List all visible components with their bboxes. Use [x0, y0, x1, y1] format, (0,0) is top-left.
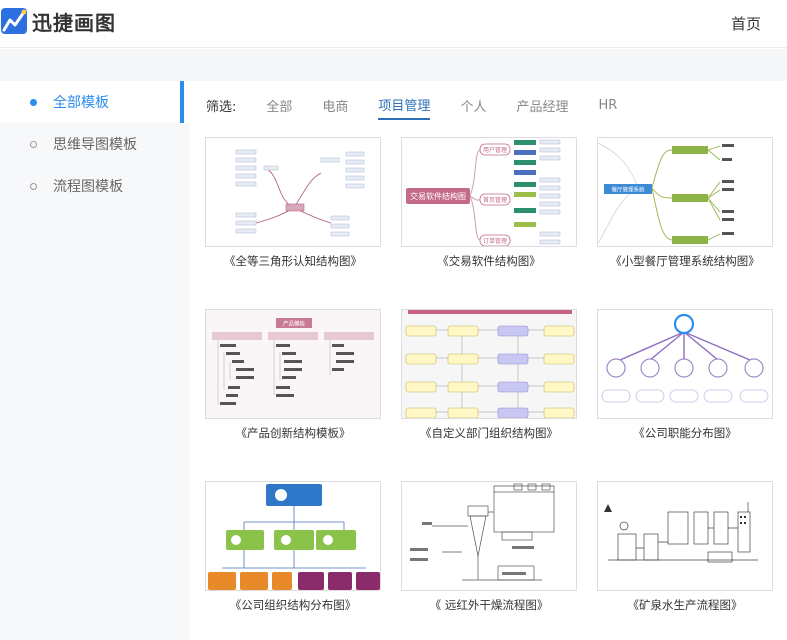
template-title: 《产品创新结构模板》	[235, 426, 351, 440]
sidebar-item-label: 思维导图模板	[53, 137, 137, 153]
template-thumbnail[interactable]	[205, 481, 381, 591]
template-card[interactable]: 产品模板 《产品创新结构模板》	[205, 309, 381, 441]
template-thumbnail[interactable]	[597, 481, 773, 591]
filter-tab-ecommerce[interactable]: 电商	[322, 92, 348, 119]
template-card[interactable]: 交易软件结构图 用户管理 首页管理 订单管理 《交易软件结构图》	[401, 137, 577, 269]
mindmap-thumbnail-image: 交易软件结构图 用户管理 首页管理 订单管理	[406, 139, 561, 246]
thumbnail-top-label: 产品模板	[283, 320, 306, 328]
top-header: 迅捷画图 首页	[0, 0, 787, 48]
filter-bar: 筛选: 全部 电商 项目管理 个人 产品经理 HR	[206, 91, 647, 120]
template-card[interactable]: 《矿泉水生产流程图》	[597, 481, 773, 613]
filter-tab-personal[interactable]: 个人	[460, 92, 486, 119]
template-thumbnail[interactable]	[401, 309, 577, 419]
template-title: 《小型餐厅管理系统结构图》	[610, 254, 760, 268]
sidebar-item-label: 流程图模板	[53, 179, 123, 195]
template-card[interactable]: 《全等三角形认知结构图》	[205, 137, 381, 269]
filter-tab-product-manager[interactable]: 产品经理	[516, 92, 568, 119]
thumbnail-node-label: 首页管理	[483, 196, 507, 204]
function-chart-thumbnail-image	[601, 313, 769, 403]
template-thumbnail[interactable]	[597, 309, 773, 419]
process-diagram-thumbnail-image	[410, 483, 555, 581]
template-thumbnail[interactable]	[205, 137, 381, 247]
template-title: 《矿泉水生产流程图》	[627, 598, 743, 612]
template-card[interactable]: 《自定义部门组织结构图》	[401, 309, 577, 441]
template-title: 《自定义部门组织结构图》	[420, 426, 558, 440]
template-card[interactable]: 《 远红外干燥流程图》	[401, 481, 577, 613]
mindmap-thumbnail-image	[235, 149, 365, 237]
thumbnail-center-label: 餐厅管理系统	[611, 186, 645, 194]
process-diagram-thumbnail-image	[604, 502, 758, 563]
home-link[interactable]: 首页	[731, 13, 761, 34]
app-name: 迅捷画图	[32, 10, 116, 35]
template-thumbnail[interactable]: 交易软件结构图 用户管理 首页管理 订单管理	[401, 137, 577, 247]
template-thumbnail[interactable]: 餐厅管理系统	[597, 137, 773, 247]
template-thumbnail[interactable]	[401, 481, 577, 591]
template-card[interactable]: 餐厅管理系统 《小型餐厅管理系统结构图》	[597, 137, 773, 269]
template-title: 《交易软件结构图》	[437, 254, 541, 268]
template-thumbnail[interactable]: 产品模板	[205, 309, 381, 419]
org-chart-thumbnail-image	[402, 310, 576, 418]
sidebar-item-flowchart-templates[interactable]: 流程图模板	[0, 165, 190, 207]
thumbnail-node-label: 用户管理	[483, 146, 507, 154]
app-logo[interactable]: 迅捷画图	[0, 6, 116, 36]
sidebar-item-label: 全部模板	[53, 95, 109, 111]
template-title: 《 远红外干燥流程图》	[429, 598, 549, 612]
template-card[interactable]: 《公司组织结构分布图》	[205, 481, 381, 613]
filter-tab-hr[interactable]: HR	[598, 94, 617, 117]
template-title: 《全等三角形认知结构图》	[224, 254, 362, 268]
bullet-icon	[30, 98, 37, 106]
bullet-icon	[30, 140, 37, 148]
sidebar: 全部模板 思维导图模板 流程图模板	[0, 81, 190, 640]
mindmap-thumbnail-image: 餐厅管理系统	[598, 142, 734, 244]
logo-icon	[1, 8, 27, 34]
template-title: 《公司组织结构分布图》	[229, 598, 357, 612]
sidebar-item-all-templates[interactable]: 全部模板	[0, 81, 190, 123]
bullet-icon	[30, 182, 37, 190]
thumbnail-node-label: 订单管理	[483, 237, 507, 245]
header-spacer	[0, 49, 787, 81]
org-chart-thumbnail-image	[208, 484, 380, 590]
thumbnail-center-label: 交易软件结构图	[410, 191, 466, 201]
filter-tab-project-management[interactable]: 项目管理	[378, 91, 431, 120]
sidebar-item-mindmap-templates[interactable]: 思维导图模板	[0, 123, 190, 165]
template-title: 《公司职能分布图》	[633, 426, 737, 440]
filter-label: 筛选:	[206, 99, 237, 115]
template-card[interactable]: 《公司职能分布图》	[597, 309, 773, 441]
structure-thumbnail-image: 产品模板	[206, 310, 380, 418]
filter-tab-all[interactable]: 全部	[266, 92, 292, 119]
